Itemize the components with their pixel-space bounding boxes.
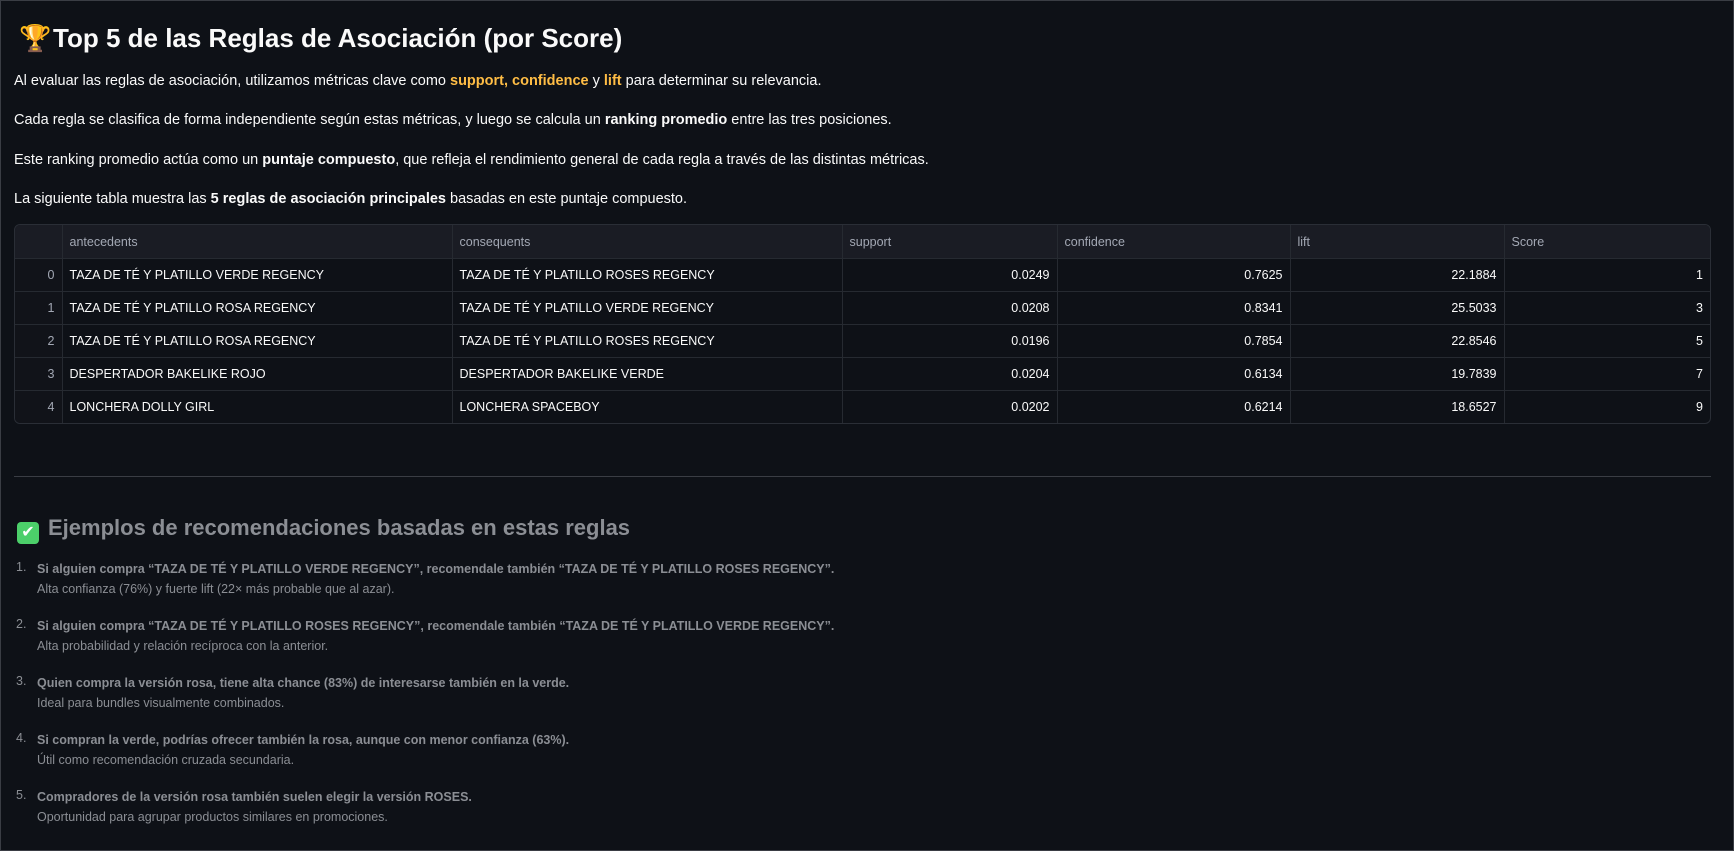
top-rules-bold: 5 reglas de asociación principales — [210, 191, 446, 207]
intro-text: , que refleja el rendimiento general de … — [395, 152, 929, 168]
table-row: 4 LONCHERA DOLLY GIRL LONCHERA SPACEBOY … — [15, 390, 1710, 424]
antecedents-cell[interactable]: TAZA DE TÉ Y PLATILLO VERDE REGENCY — [62, 258, 453, 292]
recommendation-detail: Alta confianza (76%) y fuerte lift (22× … — [37, 582, 395, 596]
intro-text: Este ranking promedio actúa como un — [14, 152, 263, 168]
column-header-antecedents[interactable]: antecedents — [62, 225, 453, 259]
lift-cell[interactable]: 22.8546 — [1290, 324, 1505, 358]
column-header-score[interactable]: Score — [1504, 225, 1710, 259]
intro-paragraph-metrics: Al evaluar las reglas de asociación, uti… — [14, 71, 822, 91]
support-cell[interactable]: 0.0208 — [842, 291, 1058, 325]
row-index[interactable]: 4 — [15, 390, 63, 423]
confidence-cell[interactable]: 0.6134 — [1057, 357, 1291, 391]
recommendation-main: Si alguien compra “TAZA DE TÉ Y PLATILLO… — [37, 619, 835, 633]
column-header-confidence[interactable]: confidence — [1057, 225, 1291, 259]
list-item: 3. Quien compra la versión rosa, tiene a… — [14, 673, 834, 730]
intro-paragraph-table: La siguiente tabla muestra las 5 reglas … — [14, 189, 687, 209]
table-row: 2 TAZA DE TÉ Y PLATILLO ROSA REGENCY TAZ… — [15, 324, 1710, 358]
list-item-number: 5. — [16, 788, 27, 802]
recommendation-main: Compradores de la versión rosa también s… — [37, 790, 472, 804]
examples-heading-text: Ejemplos de recomendaciones basadas en e… — [48, 515, 631, 540]
list-item-number: 1. — [16, 560, 27, 574]
recommendation-detail: Útil como recomendación cruzada secundar… — [37, 753, 295, 767]
row-index[interactable]: 2 — [15, 324, 63, 358]
lift-cell[interactable]: 25.5033 — [1290, 291, 1505, 325]
list-item: 4. Si compran la verde, podrías ofrecer … — [14, 730, 834, 787]
list-item-number: 3. — [16, 674, 27, 688]
column-header-support[interactable]: support — [842, 225, 1058, 259]
recommendation-main: Quien compra la versión rosa, tiene alta… — [37, 676, 570, 690]
list-item-number: 2. — [16, 617, 27, 631]
page-title: 🏆Top 5 de las Reglas de Asociación (por … — [19, 23, 622, 53]
support-highlight: support — [450, 73, 504, 89]
table-row: 0 TAZA DE TÉ Y PLATILLO VERDE REGENCY TA… — [15, 258, 1710, 292]
table-row: 1 TAZA DE TÉ Y PLATILLO ROSA REGENCY TAZ… — [15, 291, 1710, 325]
score-cell[interactable]: 9 — [1504, 391, 1710, 424]
score-cell[interactable]: 5 — [1504, 324, 1710, 358]
recommendation-detail: Oportunidad para agrupar productos simil… — [37, 810, 388, 824]
antecedents-cell[interactable]: TAZA DE TÉ Y PLATILLO ROSA REGENCY — [62, 324, 453, 358]
trophy-icon: 🏆 — [19, 23, 52, 53]
support-cell[interactable]: 0.0202 — [842, 390, 1058, 423]
lift-highlight: lift — [603, 73, 622, 89]
support-cell[interactable]: 0.0204 — [842, 357, 1058, 391]
intro-text: basadas en este puntaje compuesto. — [446, 191, 688, 207]
recommendation-main: Si alguien compra “TAZA DE TÉ Y PLATILLO… — [37, 562, 835, 576]
recommendations-list: 1. Si alguien compra “TAZA DE TÉ Y PLATI… — [14, 559, 834, 844]
confidence-highlight: confidence — [512, 73, 589, 89]
column-header-index[interactable] — [15, 225, 63, 259]
consequents-cell[interactable]: TAZA DE TÉ Y PLATILLO VERDE REGENCY — [452, 291, 843, 325]
section-divider — [14, 476, 1711, 477]
examples-heading: ✔ Ejemplos de recomendaciones basadas en … — [17, 514, 630, 544]
rules-dataframe[interactable]: antecedents consequents support confiden… — [14, 224, 1711, 424]
confidence-cell[interactable]: 0.8341 — [1057, 291, 1291, 325]
score-cell[interactable]: 3 — [1504, 291, 1710, 325]
rules-table: antecedents consequents support confiden… — [15, 225, 1710, 423]
list-item: 2. Si alguien compra “TAZA DE TÉ Y PLATI… — [14, 616, 834, 673]
list-item: 1. Si alguien compra “TAZA DE TÉ Y PLATI… — [14, 559, 834, 616]
score-cell[interactable]: 7 — [1504, 357, 1710, 391]
consequents-cell[interactable]: LONCHERA SPACEBOY — [452, 390, 843, 423]
row-index[interactable]: 1 — [15, 291, 63, 325]
antecedents-cell[interactable]: TAZA DE TÉ Y PLATILLO ROSA REGENCY — [62, 291, 453, 325]
list-item-number: 4. — [16, 731, 27, 745]
intro-text: La siguiente tabla muestra las — [14, 191, 211, 207]
antecedents-cell[interactable]: DESPERTADOR BAKELIKE ROJO — [62, 357, 453, 391]
ranking-bold: ranking promedio — [604, 112, 728, 128]
list-item: 5. Compradores de la versión rosa tambié… — [14, 787, 834, 844]
check-mark-icon: ✔ — [17, 522, 39, 544]
intro-text: Al evaluar las reglas de asociación, uti… — [14, 73, 450, 89]
intro-paragraph-composite: Este ranking promedio actúa como un punt… — [14, 150, 929, 170]
consequents-cell[interactable]: TAZA DE TÉ Y PLATILLO ROSES REGENCY — [452, 324, 843, 358]
intro-text: y — [588, 73, 604, 89]
recommendation-detail: Ideal para bundles visualmente combinado… — [37, 696, 285, 710]
confidence-cell[interactable]: 0.6214 — [1057, 390, 1291, 423]
lift-cell[interactable]: 18.6527 — [1290, 390, 1505, 423]
recommendation-detail: Alta probabilidad y relación recíproca c… — [37, 639, 329, 653]
consequents-cell[interactable]: TAZA DE TÉ Y PLATILLO ROSES REGENCY — [452, 258, 843, 292]
composite-bold: puntaje compuesto — [262, 152, 396, 168]
row-index[interactable]: 3 — [15, 357, 63, 391]
intro-text: Cada regla se clasifica de forma indepen… — [14, 112, 605, 128]
comma-highlight: , — [503, 73, 513, 89]
antecedents-cell[interactable]: LONCHERA DOLLY GIRL — [62, 390, 453, 423]
intro-paragraph-ranking: Cada regla se clasifica de forma indepen… — [14, 110, 892, 130]
recommendation-main: Si compran la verde, podrías ofrecer tam… — [37, 733, 570, 747]
lift-cell[interactable]: 19.7839 — [1290, 357, 1505, 391]
lift-cell[interactable]: 22.1884 — [1290, 258, 1505, 292]
table-row: 3 DESPERTADOR BAKELIKE ROJO DESPERTADOR … — [15, 357, 1710, 391]
table-header-row: antecedents consequents support confiden… — [15, 225, 1710, 259]
confidence-cell[interactable]: 0.7625 — [1057, 258, 1291, 292]
consequents-cell[interactable]: DESPERTADOR BAKELIKE VERDE — [452, 357, 843, 391]
support-cell[interactable]: 0.0249 — [842, 258, 1058, 292]
confidence-cell[interactable]: 0.7854 — [1057, 324, 1291, 358]
column-header-consequents[interactable]: consequents — [452, 225, 843, 259]
row-index[interactable]: 0 — [15, 258, 63, 292]
support-cell[interactable]: 0.0196 — [842, 324, 1058, 358]
score-cell[interactable]: 1 — [1504, 258, 1710, 292]
intro-text: entre las tres posiciones. — [727, 112, 892, 128]
page-title-text: Top 5 de las Reglas de Asociación (por S… — [53, 23, 623, 53]
intro-text: para determinar su relevancia. — [621, 73, 822, 89]
column-header-lift[interactable]: lift — [1290, 225, 1505, 259]
app-frame: 🏆Top 5 de las Reglas de Asociación (por … — [0, 0, 1734, 851]
